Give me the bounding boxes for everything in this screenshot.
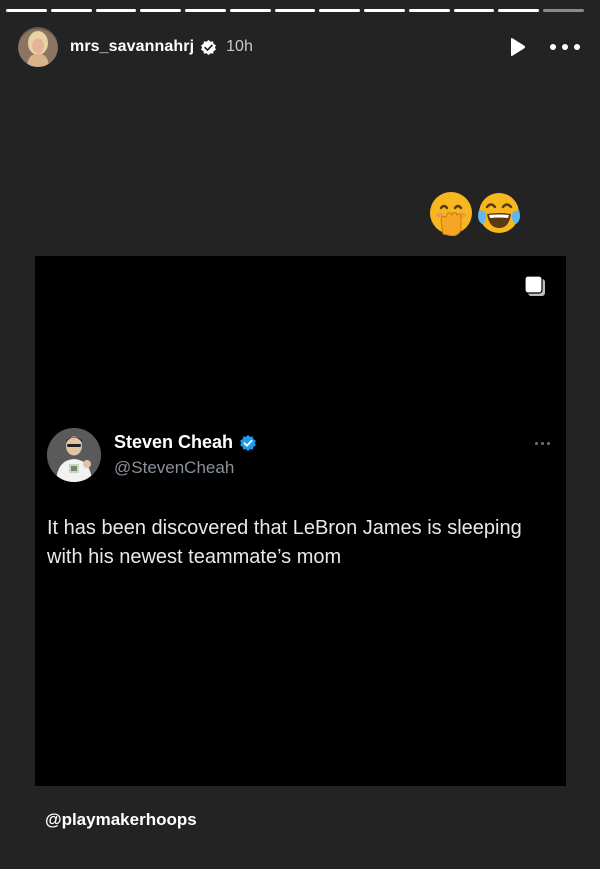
progress-segment (95, 9, 137, 12)
progress-segment (140, 9, 182, 12)
progress-segment (185, 9, 226, 12)
mention-sticker[interactable]: @playmakerhoops (45, 810, 197, 830)
play-icon[interactable] (506, 36, 528, 58)
tweet-text: It has been discovered that LeBron James… (47, 517, 522, 568)
tweet-author-name-text: Steven Cheah (114, 432, 234, 452)
face-with-tears-of-joy-icon (478, 193, 520, 233)
progress-segment (274, 9, 316, 12)
progress-segment (408, 9, 450, 12)
shared-tweet-card[interactable]: Steven Cheah @StevenCheah It has been di… (35, 256, 566, 786)
progress-segment (543, 9, 584, 12)
verified-badge-icon (240, 434, 256, 451)
tweet-author-handle[interactable]: @StevenCheah (114, 458, 234, 478)
face-with-hand-over-mouth-icon (430, 192, 472, 236)
copy-icon[interactable] (522, 273, 548, 299)
progress-segment (229, 9, 271, 12)
story-timestamp: 10h (226, 38, 253, 55)
progress-segment (50, 9, 92, 12)
reaction-emojis (428, 190, 522, 236)
progress-segment (319, 9, 361, 12)
tweet-author-avatar[interactable] (47, 428, 101, 482)
story-header: mrs_savannahrj 10h (18, 27, 580, 67)
tweet-author-name[interactable]: Steven Cheah (114, 432, 257, 453)
more-options-icon[interactable] (550, 36, 580, 58)
progress-segment (364, 9, 405, 12)
story-username[interactable]: mrs_savannahrj (70, 38, 194, 56)
progress-segment (6, 9, 47, 12)
tweet-more-icon[interactable] (535, 442, 550, 445)
progress-segment (498, 9, 540, 12)
profile-avatar[interactable] (18, 27, 58, 67)
story-progress-bar (6, 9, 584, 12)
progress-segment (453, 9, 495, 12)
verified-badge-icon (201, 39, 217, 55)
